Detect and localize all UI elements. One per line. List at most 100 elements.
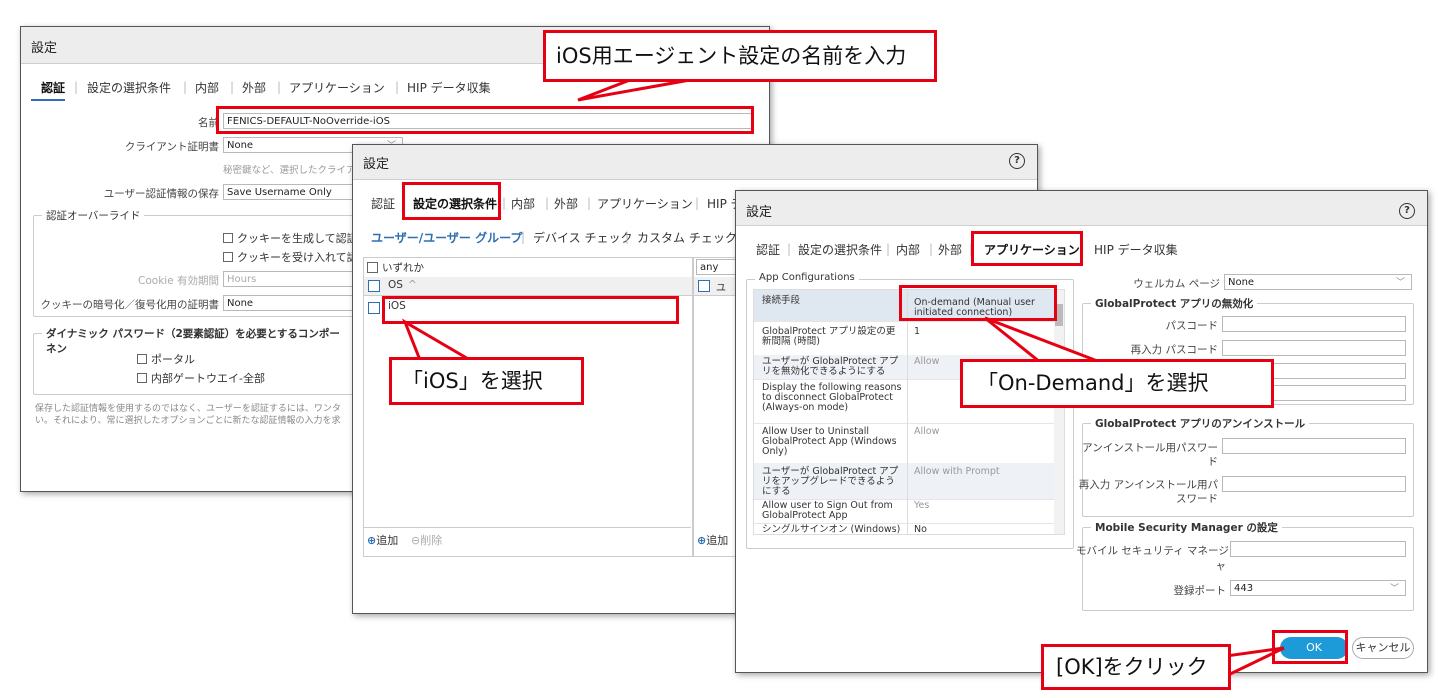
tab-internal[interactable]: 内部 <box>896 241 920 258</box>
mobile-manager-label-1: モバイル セキュリティ マネージ <box>1076 545 1229 557</box>
cookie-lifetime-input[interactable]: Hours <box>223 271 353 287</box>
tab-external[interactable]: 外部 <box>242 79 266 96</box>
repasscode-input[interactable] <box>1222 340 1406 356</box>
tab-external[interactable]: 外部 <box>938 241 962 258</box>
cookie-cert-label: クッキーの暗号化／復号化用の証明書 <box>40 299 220 311</box>
uninstall-legend: GlobalProtect アプリのアンインストール <box>1091 416 1310 431</box>
portal-label: ポータル <box>151 353 195 366</box>
select-all-checkbox[interactable] <box>368 280 380 292</box>
os-grid-header: OS ^ <box>364 277 692 296</box>
client-cert-label: クライアント証明書 <box>124 141 219 153</box>
auth-override-legend: 認証オーバーライド <box>42 208 145 223</box>
msm-legend: Mobile Security Manager の設定 <box>1091 520 1282 535</box>
column-divider <box>907 290 908 534</box>
tab-hip[interactable]: HIP データ収集 <box>407 79 491 96</box>
internal-gateway-label: 内部ゲートウエイ-全部 <box>151 372 265 385</box>
tab-internal[interactable]: 内部 <box>195 79 219 96</box>
tab-external[interactable]: 外部 <box>554 195 578 212</box>
cookie-generate-label: クッキーを生成して認証 <box>237 232 358 245</box>
cookie-lifetime-label: Cookie 有効期間 <box>138 275 219 287</box>
highlight-ok-button <box>1272 630 1348 664</box>
cookie-cert-select[interactable]: None <box>223 295 353 311</box>
config-row-refresh-interval[interactable]: GlobalProtect アプリ設定の更新間隔 (時間) 1 <box>754 321 1054 356</box>
tab-hip[interactable]: HIP データ収集 <box>1094 241 1178 258</box>
minus-circle-icon: ⊖ <box>411 534 421 547</box>
tab-selection-criteria[interactable]: 設定の選択条件 <box>798 241 882 258</box>
vertical-scrollbar[interactable] <box>1054 290 1064 534</box>
repasscode-label: 再入力 パスコード <box>1130 344 1218 356</box>
mobile-manager-input[interactable] <box>1230 541 1406 557</box>
user-any-select[interactable]: any <box>696 259 740 275</box>
dialog-title: 設定 <box>31 41 58 56</box>
welcome-page-select[interactable]: None ﹀ <box>1224 274 1412 290</box>
any-checkbox[interactable] <box>367 262 378 273</box>
dialog-title: 設定 <box>746 205 773 220</box>
highlight-selection-tab <box>402 182 501 220</box>
tab-underline <box>31 99 65 101</box>
highlight-name-field <box>216 106 754 134</box>
reuninstall-input[interactable] <box>1222 476 1406 492</box>
config-row-sign-out[interactable]: Allow user to Sign Out from GlobalProtec… <box>754 499 1054 524</box>
add-button[interactable]: ⊕追加 <box>367 532 398 548</box>
dialog-title-bar: 設定 ? <box>736 191 1427 226</box>
any-label: いずれか <box>382 262 424 274</box>
cookie-generate-checkbox[interactable] <box>223 233 233 243</box>
subtab-device-check[interactable]: デバイス チェック <box>533 229 632 246</box>
app-config-legend: App Configurations <box>755 272 859 283</box>
cookie-accept-checkbox[interactable] <box>223 252 233 262</box>
plus-circle-icon: ⊕ <box>367 534 377 547</box>
footer-note-2: い。それにより、常に選択したオプションごとに新たな認証情報の入力を求 <box>35 416 341 426</box>
config-row-sso[interactable]: シングルサインオン (Windows)の No <box>754 523 1054 535</box>
user-column-header: ユ <box>716 283 726 294</box>
uninstall-pw-label-1: アンインストール用パスワー <box>1082 442 1218 454</box>
passcode-label: パスコード <box>1165 320 1219 332</box>
internal-gateway-checkbox[interactable] <box>137 373 147 383</box>
user-grid-header: ユ <box>694 277 740 296</box>
callout-select-ios: 「iOS」を選択 <box>389 357 584 405</box>
tab-auth[interactable]: 認証 <box>371 195 395 212</box>
portal-checkbox[interactable] <box>137 354 147 364</box>
cookie-accept-label: クッキーを受け入れて認 <box>237 251 358 264</box>
passcode-input[interactable] <box>1222 316 1406 332</box>
dialog-title-bar: 設定 ? <box>353 145 1037 180</box>
tab-internal[interactable]: 内部 <box>511 195 535 212</box>
tab-application[interactable]: アプリケーション <box>289 79 385 96</box>
chevron-down-icon: ﹀ <box>1389 584 1399 594</box>
uninstall-pw-label-2: ド <box>1207 456 1219 468</box>
tab-auth[interactable]: 認証 <box>756 241 780 258</box>
save-cred-label: ユーザー認証情報の保存 <box>103 188 219 200</box>
reg-port-label: 登録ポート <box>1173 585 1227 597</box>
config-row-upgrade[interactable]: ユーザーが GlobalProtect アプリをアップグレードできるようにする … <box>754 463 1054 500</box>
help-icon[interactable]: ? <box>1399 203 1415 219</box>
sort-icon[interactable]: ^ <box>408 279 417 291</box>
add-button-right[interactable]: ⊕追加 <box>697 532 728 548</box>
chevron-down-icon: ﹀ <box>1395 278 1405 288</box>
dialog-title: 設定 <box>363 157 390 172</box>
name-label: 名前 <box>198 117 219 129</box>
tab-selection-criteria[interactable]: 設定の選択条件 <box>87 79 171 96</box>
ios-row-checkbox[interactable] <box>368 302 380 314</box>
cancel-button[interactable]: キャンセル <box>1352 637 1414 659</box>
callout-click-ok: [OK]をクリック <box>1041 644 1231 690</box>
callout-enter-name: iOS用エージェント設定の名前を入力 <box>543 30 937 82</box>
user-grid: any ユ <box>693 257 740 557</box>
delete-button[interactable]: ⊖削除 <box>411 532 442 548</box>
app-config-table: 接続手段 On-demand (Manual user initiated co… <box>753 289 1065 535</box>
reg-port-select[interactable]: 443 ﹀ <box>1230 580 1406 596</box>
hint-text: 秘密鍵など、選択したクライア <box>223 165 356 176</box>
os-column-header[interactable]: OS <box>388 279 403 291</box>
select-all-user-checkbox[interactable] <box>698 280 710 292</box>
tab-auth[interactable]: 認証 <box>41 79 65 96</box>
mobile-manager-label-2: ャ <box>1215 560 1227 572</box>
subtab-user-group[interactable]: ユーザー/ユーザー グループ <box>371 229 522 246</box>
highlight-ios-row <box>382 296 679 324</box>
reuninstall-label-1: 再入力 アンインストール用パ <box>1078 479 1218 491</box>
help-icon[interactable]: ? <box>1009 153 1025 169</box>
subtab-custom-check[interactable]: カスタム チェック <box>637 229 737 246</box>
tab-application[interactable]: アプリケーション <box>597 195 693 212</box>
tab-bar: 認証 | 設定の選択条件 | 内部 | 外部 | アプリケーション | HIP … <box>41 79 491 96</box>
config-row-uninstall[interactable]: Allow User to Uninstall GlobalProtect Ap… <box>754 423 1054 464</box>
callout-select-ondemand: 「On-Demand」を選択 <box>960 359 1274 408</box>
welcome-page-label: ウェルカム ページ <box>1133 278 1220 290</box>
uninstall-pw-input[interactable] <box>1222 438 1406 454</box>
